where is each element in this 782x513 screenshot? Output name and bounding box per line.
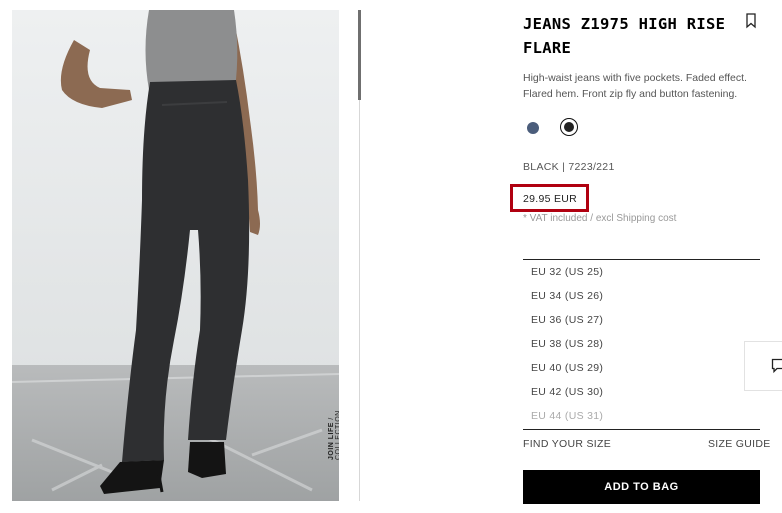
size-guide-link[interactable]: SIZE GUIDE xyxy=(708,438,771,450)
size-list-divider-top xyxy=(523,259,760,260)
price: 29.95 EUR xyxy=(523,193,578,205)
color-swatch-blue[interactable] xyxy=(527,122,539,134)
size-option[interactable]: EU 34 (US 26) xyxy=(531,289,751,313)
size-option[interactable]: EU 36 (US 27) xyxy=(531,313,751,337)
chat-button[interactable] xyxy=(744,341,782,391)
size-option[interactable]: EU 40 (US 29) xyxy=(531,361,751,385)
color-reference: BLACK | 7223/221 xyxy=(523,161,615,173)
add-to-bag-button[interactable]: ADD TO BAG xyxy=(523,470,760,504)
product-image[interactable]: JOIN LIFE / COLLECTION xyxy=(12,10,339,501)
find-your-size-link[interactable]: FIND YOUR SIZE xyxy=(523,438,611,450)
gallery-scrollbar-thumb[interactable] xyxy=(358,10,361,100)
size-list: EU 32 (US 25) EU 34 (US 26) EU 36 (US 27… xyxy=(531,265,751,433)
bookmark-icon[interactable] xyxy=(744,12,758,30)
chat-icon xyxy=(771,358,782,374)
size-option[interactable]: EU 42 (US 30) xyxy=(531,385,751,409)
size-option[interactable]: EU 32 (US 25) xyxy=(531,265,751,289)
size-list-divider-bottom xyxy=(523,429,760,430)
size-option[interactable]: EU 38 (US 28) xyxy=(531,337,751,361)
collection-caption: JOIN LIFE / COLLECTION xyxy=(328,410,339,460)
vat-note: * VAT included / excl Shipping cost xyxy=(523,213,677,224)
product-title: JEANS Z1975 HIGH RISE FLARE xyxy=(523,15,726,57)
color-swatch-black[interactable] xyxy=(560,118,578,136)
product-photo-drawing xyxy=(12,10,339,501)
product-description: High-waist jeans with five pockets. Fade… xyxy=(523,72,747,100)
